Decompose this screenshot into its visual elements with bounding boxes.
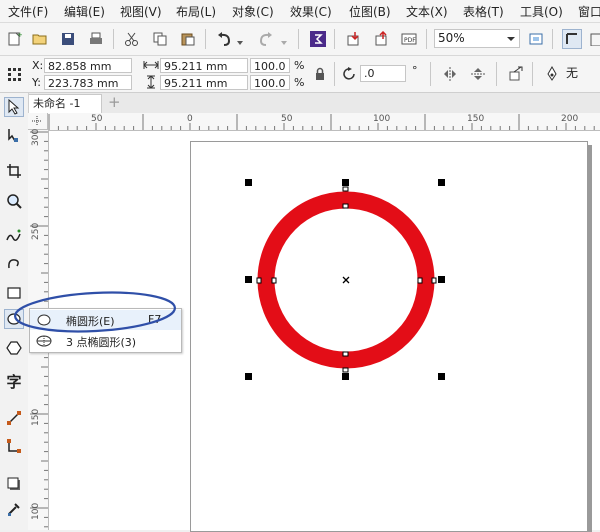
annotation-overlay	[14, 291, 176, 333]
highlight-ellipse-annotation	[14, 291, 176, 333]
